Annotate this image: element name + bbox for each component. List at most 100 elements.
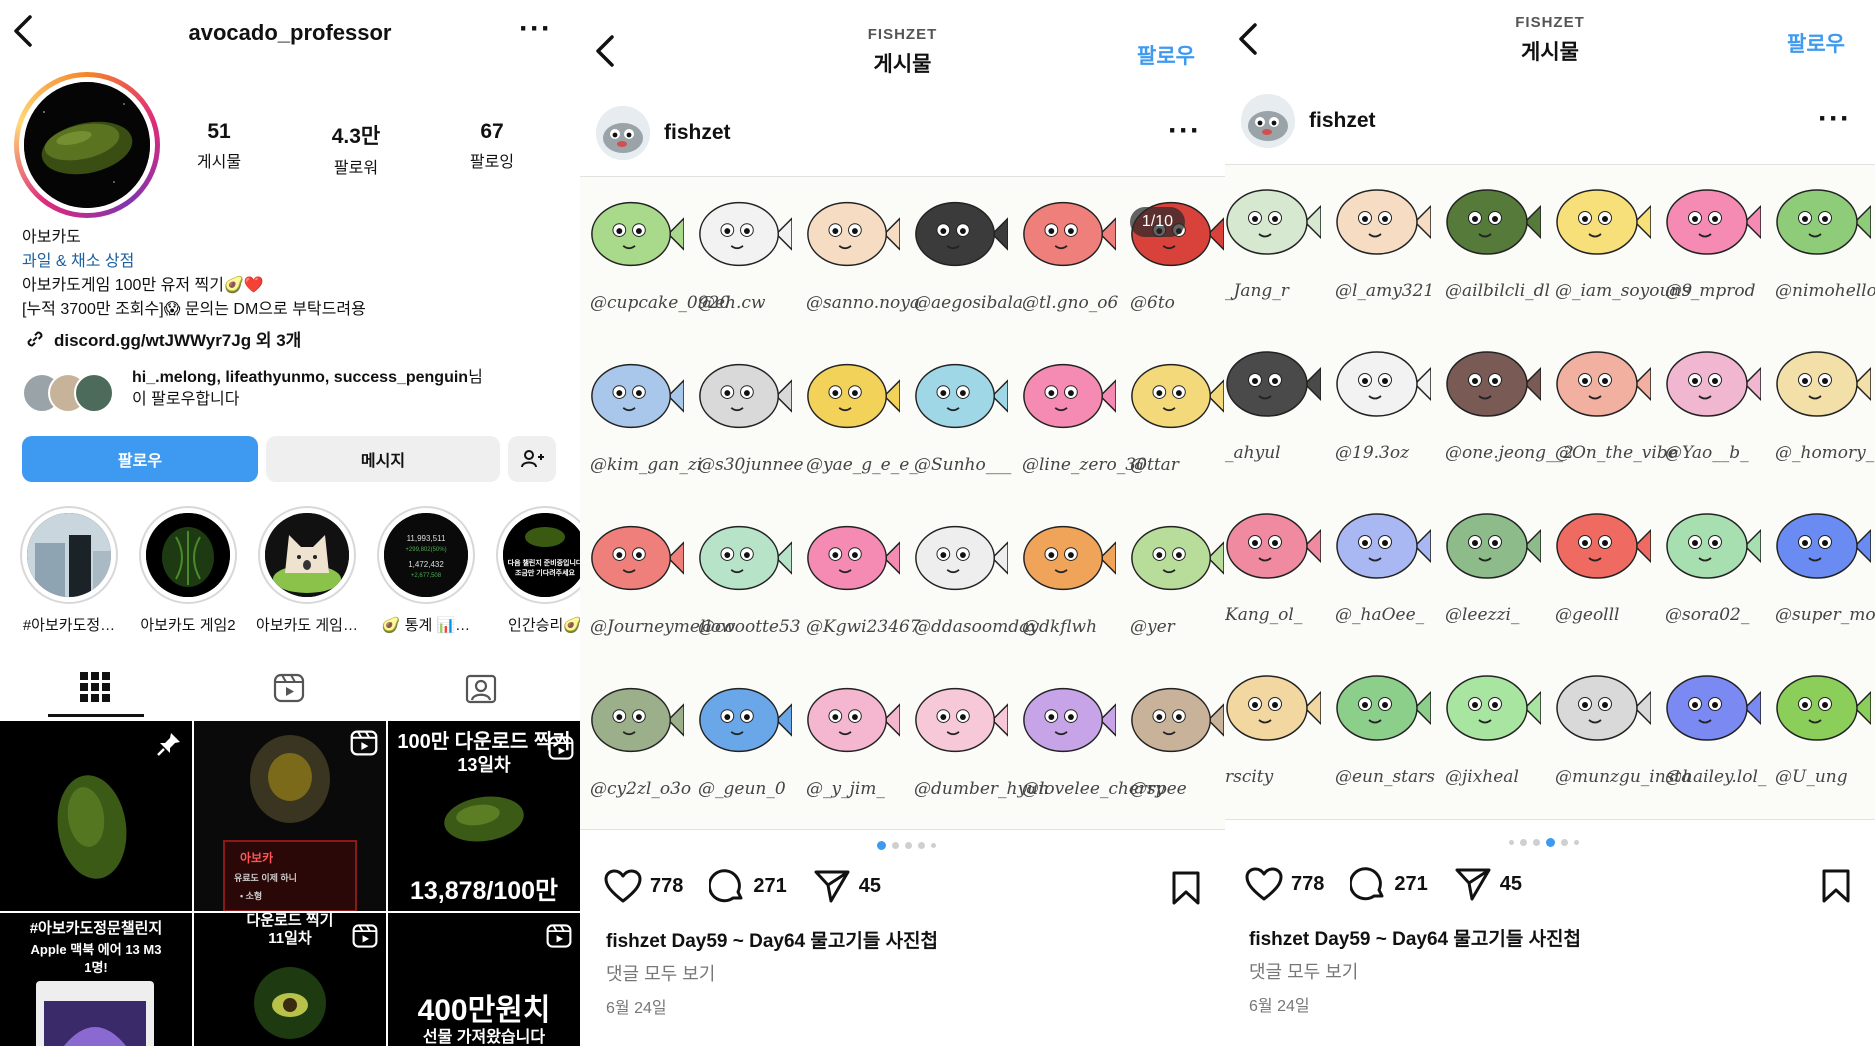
comment-action[interactable]: 271 [1350, 866, 1428, 902]
post-actions: 778 271 45 [1245, 866, 1548, 902]
more-icon[interactable]: ··· [519, 12, 552, 46]
heart-icon[interactable] [604, 869, 642, 903]
fish-handle-label: @yer [1130, 617, 1175, 637]
post-tile-5[interactable]: 다운로드 찍기 11일차 [194, 913, 386, 1046]
share-action[interactable]: 45 [1454, 866, 1522, 902]
post-tile-2[interactable]: 아보카 유료도 이제 하니 • 소형 [194, 721, 386, 911]
post-tile-6[interactable]: 400만원치 선물 가져왔습니다 [388, 913, 580, 1046]
author-name: fishzet [1309, 109, 1376, 132]
fish-illustration [1126, 665, 1225, 780]
followed-by[interactable]: hi_.melong, lifeathyunmo, success_pengui… [22, 367, 562, 413]
view-all-comments[interactable]: 댓글 모두 보기 [606, 960, 715, 986]
page-dot [1561, 839, 1568, 846]
comment-count: 271 [1394, 872, 1428, 895]
highlight-stat: 11,993,511 [407, 534, 446, 543]
stat-following[interactable]: 67 팔로잉 [437, 120, 547, 172]
fish-illustration [1225, 167, 1322, 282]
post-panel-2: FISHZET 게시물 팔로우 fishzet ··· _Jang_r @l_am… [1225, 0, 1875, 1046]
link-icon [27, 331, 43, 346]
bookmark-icon[interactable] [1171, 870, 1201, 906]
add-person-icon [521, 450, 544, 468]
tile-small-text: 아보카 [240, 851, 274, 865]
avatar-story-ring[interactable] [14, 72, 160, 218]
heart-icon[interactable] [1245, 867, 1283, 901]
fish-illustration [1331, 491, 1432, 606]
fish-handle-label: @super_moog [1775, 605, 1875, 625]
fish-handle-label: @tl.gno_o6 [1022, 293, 1119, 313]
fish-illustration [1551, 167, 1652, 282]
reels-icon[interactable] [273, 672, 305, 704]
fish-illustration [1225, 653, 1322, 768]
post-tile-1[interactable] [0, 721, 192, 911]
fish-handle-label: @leezzi_ [1445, 605, 1520, 625]
fish-handle-label: @hailey.lol_ [1665, 767, 1767, 787]
highlight-2[interactable]: 아보카도 게임2 [133, 506, 243, 635]
post-tile-3[interactable]: 100만 다운로드 찍기 13일차 13,878/100만 [388, 721, 580, 911]
profile-category[interactable]: 과일 & 채소 상점 [22, 250, 562, 274]
avatar [24, 82, 150, 208]
highlight-cover [146, 513, 230, 597]
post-image-carousel[interactable]: @cupcake_0920 @eh.cw @sanno.noya @aegosibal… [580, 176, 1225, 830]
post-image-carousel[interactable]: _Jang_r @l_amy321 @ailbilcli_dl @_iam_soyou… [1225, 164, 1875, 820]
comment-action[interactable]: 271 [709, 868, 787, 904]
tile-small-text: • 소형 [240, 891, 263, 901]
fish-illustration [694, 665, 793, 780]
view-all-comments[interactable]: 댓글 모두 보기 [1249, 958, 1358, 984]
stat-posts[interactable]: 51 게시물 [164, 120, 274, 172]
caption-user[interactable]: fishzet [606, 931, 666, 952]
fish-handle-label: @geolll [1555, 605, 1620, 625]
fish-illustration [694, 179, 793, 294]
comment-icon[interactable] [709, 868, 745, 904]
fish-handle-label: @cy2zl_o3o [590, 779, 692, 799]
fish-handle-label: @ailbilcli_dl [1445, 281, 1550, 301]
fish-handle-label: @jixheal [1445, 767, 1519, 787]
fish-handle-label: @Sunho___ [914, 455, 1012, 475]
fish-illustration [586, 503, 685, 618]
post-author[interactable]: fishzet [1241, 94, 1376, 148]
fish-illustration [910, 665, 1009, 780]
post-date: 6월 24일 [606, 1000, 667, 1017]
fish-handle-label: @ttar [1130, 455, 1179, 475]
fish-illustration [1771, 653, 1872, 768]
highlight-5[interactable]: 다음 챌린지 준비중입니다 조금만 기다려주세요 인간승리🥑 [490, 506, 580, 635]
profile-link[interactable]: discord.gg/wtJWWyr7Jg 외 3개 [24, 326, 301, 351]
more-icon[interactable]: ··· [1818, 102, 1851, 136]
post-header: FISHZET 게시물 팔로우 [580, 0, 1225, 88]
highlight-1[interactable]: #아보카도정… [14, 506, 124, 635]
tile-sub: 선물 가져왔습니다 [422, 1029, 546, 1046]
share-icon[interactable] [1454, 866, 1492, 902]
avatar [596, 106, 650, 160]
share-icon[interactable] [813, 868, 851, 904]
fish-handle-label: @Kgwi23467 [806, 617, 921, 637]
comment-count: 271 [753, 874, 787, 897]
bookmark-icon[interactable] [1821, 868, 1851, 904]
tagged-icon[interactable] [465, 672, 497, 704]
grid-icon[interactable] [80, 672, 110, 702]
fish-illustration [1551, 653, 1652, 768]
fish-illustration [1771, 329, 1872, 444]
like-action[interactable]: 778 [604, 869, 683, 903]
like-action[interactable]: 778 [1245, 867, 1324, 901]
highlight-3[interactable]: 아보카도 게임… [252, 506, 362, 635]
stat-followers[interactable]: 4.3만 팔로워 [301, 120, 411, 178]
fish-handle-label: @_haOee_ [1335, 605, 1425, 625]
post-author[interactable]: fishzet [596, 106, 731, 160]
tile-sub: 1명! [84, 960, 108, 975]
highlight-4[interactable]: 11,993,511 +299,802(50%) 1,472,432 +2,67… [371, 506, 481, 635]
message-button[interactable]: 메시지 [266, 436, 500, 482]
fish-handle-label: @19.3oz [1335, 443, 1410, 463]
reel-badge-icon [546, 924, 572, 948]
follow-link[interactable]: 팔로우 [1137, 40, 1195, 70]
post-tile-4[interactable]: #아보카도정문챌린지 Apple 맥북 에어 13 M3 1명! [0, 913, 192, 1046]
follow-link[interactable]: 팔로우 [1787, 28, 1845, 58]
profile-tabs [0, 660, 580, 720]
add-person-button[interactable] [508, 436, 556, 482]
post-caption: fishzet Day59 ~ Day64 물고기들 사진첩 [606, 926, 938, 953]
fish-illustration [1018, 179, 1117, 294]
page-dot [1574, 840, 1579, 845]
share-action[interactable]: 45 [813, 868, 881, 904]
follow-button[interactable]: 팔로우 [22, 436, 258, 482]
comment-icon[interactable] [1350, 866, 1386, 902]
more-icon[interactable]: ··· [1168, 114, 1201, 148]
caption-user[interactable]: fishzet [1249, 929, 1309, 950]
